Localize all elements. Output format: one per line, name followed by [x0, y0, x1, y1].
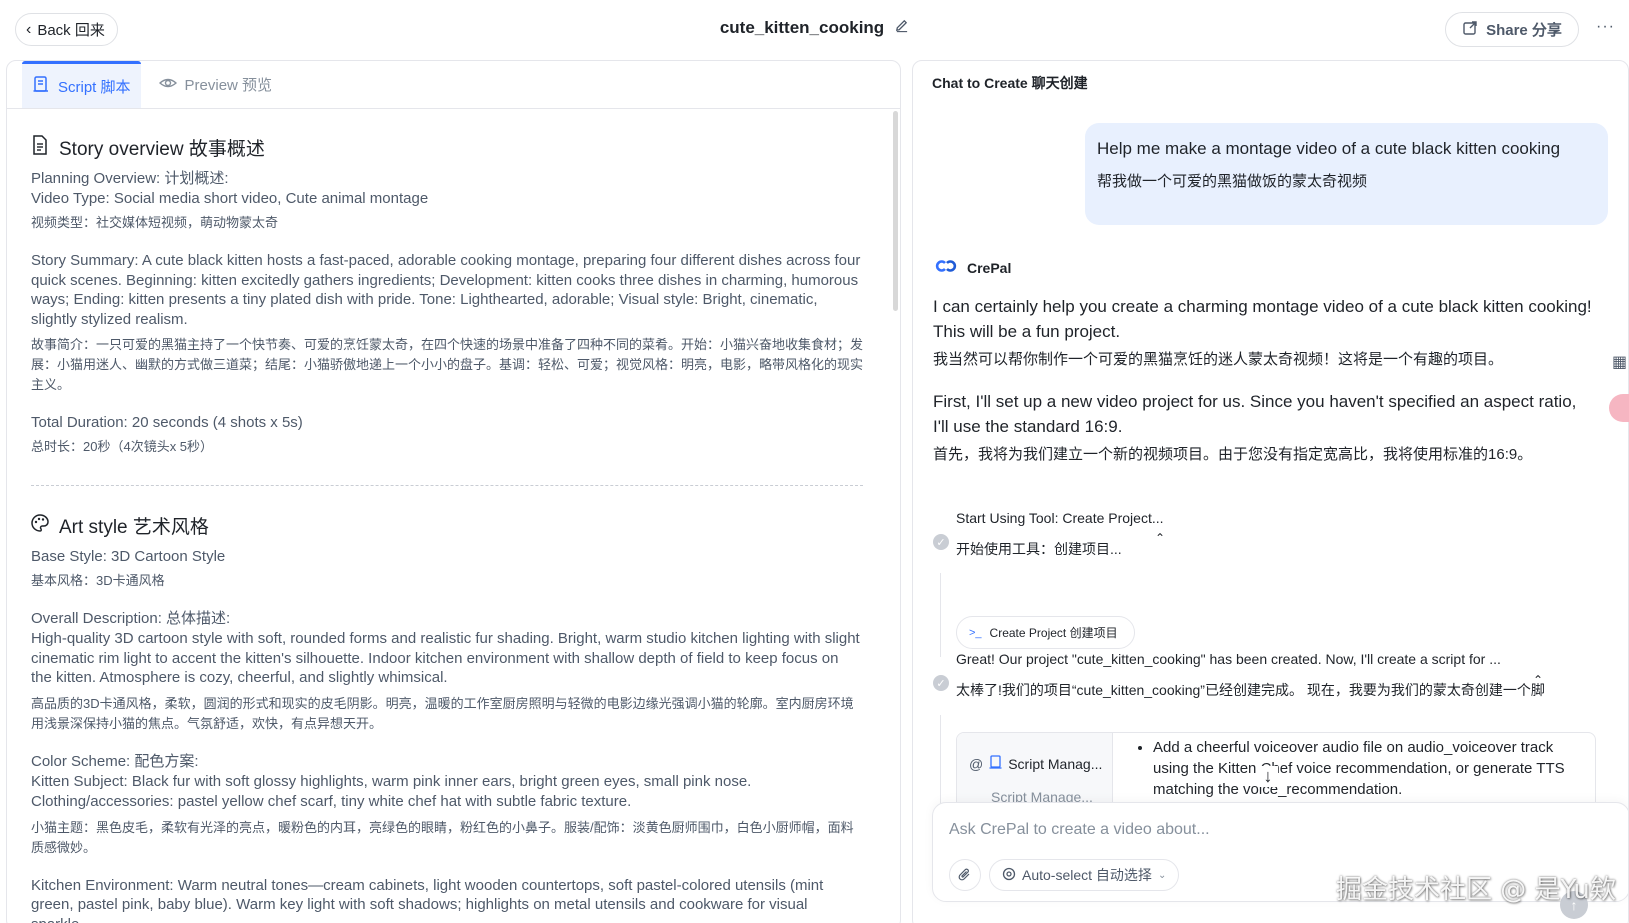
- card-bullet: Add a cheerful voiceover audio file on a…: [1153, 737, 1583, 800]
- script-icon: [32, 75, 50, 97]
- check-icon: ✓: [933, 675, 949, 691]
- card-item-label: Script Manag...: [1008, 755, 1103, 772]
- tool-call-2-zh: 太棒了!我们的项目“cute_kitten_cooking”已经创建完成。 现在…: [956, 682, 1545, 698]
- tab-preview[interactable]: Preview 预览: [149, 61, 283, 108]
- tool-call-1-en: Start Using Tool: Create Project...: [956, 510, 1164, 526]
- summary-en: Story Summary: A cute black kitten hosts…: [31, 252, 861, 328]
- crepal-logo-icon: [935, 259, 957, 276]
- tool-call-1-zh: 开始使用工具：创建项目...: [956, 541, 1122, 557]
- description-zh: 高品质的3D卡通风格，柔软，圆润的形式和现实的皮毛阴影。明亮，温暖的工作室厨房照…: [31, 695, 854, 731]
- section-heading: Story overview 故事概述: [59, 139, 265, 160]
- document-icon: [31, 134, 49, 161]
- bot-paragraph-2-en: First, I'll set up a new video project f…: [933, 392, 1577, 436]
- scrollbar-thumb[interactable]: [893, 111, 898, 311]
- ai-icon: [1002, 867, 1016, 884]
- duration-en: Total Duration: 20 seconds (4 shots x 5s…: [31, 414, 303, 431]
- edit-icon[interactable]: [894, 18, 909, 38]
- script-panel: Script 脚本 Preview 预览 Story overview 故事概述…: [6, 60, 901, 923]
- kitchen-env-en: Kitchen Environment: Warm neutral tones—…: [31, 876, 824, 923]
- bot-paragraph-1-zh: 我当然可以帮你制作一个可爱的黑猫烹饪的迷人蒙太奇视频！这将是一个有趣的项目。: [933, 351, 1504, 368]
- chevron-up-icon[interactable]: ⌃: [1155, 531, 1165, 545]
- chevron-down-icon: ⌄: [1157, 869, 1167, 881]
- video-type-zh: 视频类型：社交媒体短视频，萌动物蒙太奇: [31, 215, 279, 230]
- chevron-up-icon[interactable]: ⌃: [1533, 673, 1543, 687]
- thread-line: [940, 715, 941, 815]
- doc-title: cute_kitten_cooking: [719, 18, 885, 37]
- kitten-subject-zh: 小猫主题：黑色皮毛，柔软有光泽的亮点，暖粉色的内耳，亮绿色的眼睛，粉红色的小鼻子…: [31, 819, 854, 855]
- script-manager-card[interactable]: @ Script Manag... Script Manage... Add a…: [956, 732, 1596, 812]
- tab-script[interactable]: Script 脚本: [22, 61, 141, 108]
- chat-input-placeholder[interactable]: Ask CrePal to create a video about...: [949, 821, 1210, 839]
- tab-script-label: Script 脚本: [58, 78, 131, 96]
- base-style-zh: 基本风格：3D卡通风格: [31, 573, 165, 588]
- assistant-float-icon[interactable]: [1609, 394, 1629, 422]
- user-message-zh: 帮我做一个可爱的黑猫做饭的蒙太奇视频: [1097, 173, 1368, 190]
- create-project-chip[interactable]: >_ Create Project 创建项目: [956, 616, 1135, 649]
- check-icon: ✓: [933, 534, 949, 550]
- terminal-icon: >_: [969, 626, 982, 639]
- user-message: Help me make a montage video of a cute b…: [1085, 123, 1608, 225]
- model-select-label: Auto-select 自动选择: [1022, 867, 1152, 883]
- share-button[interactable]: Share 分享: [1445, 12, 1579, 47]
- paperclip-icon[interactable]: [949, 859, 981, 891]
- arrow-down-icon[interactable]: ↓: [1258, 766, 1278, 787]
- planning-label: Planning Overview: 计划概述:: [31, 170, 229, 187]
- grid-icon[interactable]: ▦: [1612, 352, 1629, 374]
- kitten-subject-en: Kitten Subject: Black fur with soft glos…: [31, 772, 752, 790]
- summary-zh: 故事简介：一只可爱的黑猫主持了一个快节奏、可爱的烹饪蒙太奇，在四个快速的场景中准…: [31, 337, 864, 392]
- card-body: Add a cheerful voiceover audio file on a…: [1133, 737, 1583, 800]
- model-select[interactable]: Auto-select 自动选择 ⌄: [989, 859, 1180, 891]
- back-label: Back 回来: [37, 22, 105, 39]
- chevron-left-icon: ‹: [26, 20, 32, 38]
- video-type-en: Video Type: Social media short video, Cu…: [31, 190, 429, 207]
- palette-icon: [31, 513, 49, 538]
- chat-panel: Chat to Create 聊天创建 Help me make a monta…: [912, 60, 1629, 923]
- card-item-script-manager[interactable]: @ Script Manag...: [969, 755, 1102, 772]
- user-message-en: Help me make a montage video of a cute b…: [1097, 139, 1561, 158]
- bot-header: CrePal: [935, 259, 1011, 276]
- bot-paragraph-1-en: I can certainly help you create a charmi…: [933, 297, 1592, 341]
- thread-line: [940, 573, 941, 657]
- section-story-overview: Story overview 故事概述: [31, 134, 863, 161]
- doc-title-wrap: cute_kitten_cooking: [0, 18, 1629, 38]
- tab-bar: Script 脚本 Preview 预览: [7, 61, 900, 109]
- more-menu-icon[interactable]: ···: [1596, 18, 1615, 36]
- section-art-style: Art style 艺术风格: [31, 512, 863, 539]
- share-icon: [1462, 20, 1478, 40]
- top-bar: ‹ Back 回来 cute_kitten_cooking Share 分享 ·…: [0, 0, 1629, 58]
- card-sidebar: @ Script Manag... Script Manage...: [957, 733, 1113, 811]
- section-divider: [31, 485, 863, 486]
- clothing-en: Clothing/accessories: pastel yellow chef…: [31, 792, 632, 810]
- script-content: Story overview 故事概述 Planning Overview: 计…: [7, 110, 887, 923]
- share-label: Share 分享: [1486, 22, 1562, 39]
- color-scheme-label: Color Scheme: 配色方案:: [31, 752, 199, 770]
- tab-preview-label: Preview 预览: [184, 77, 273, 94]
- bot-name: CrePal: [967, 259, 1012, 276]
- duration-zh: 总时长：20秒（4次镜头x 5秒）: [31, 439, 214, 454]
- watermark: 掘金技术社区 @ 是Yu欸: [1336, 875, 1616, 905]
- eye-icon: [158, 74, 177, 96]
- script-icon: [989, 755, 1002, 772]
- tool-call-2-en: Great! Our project "cute_kitten_cooking"…: [956, 651, 1501, 667]
- description-label: Overall Description: 总体描述:: [31, 610, 231, 627]
- section-heading: Art style 艺术风格: [59, 517, 209, 538]
- base-style-en: Base Style: 3D Cartoon Style: [31, 548, 226, 565]
- chip-label: Create Project 创建项目: [989, 626, 1118, 640]
- bot-paragraph-2-zh: 首先，我将为我们建立一个新的视频项目。由于您没有指定宽高比，我将使用标准的16:…: [933, 446, 1533, 463]
- description-en: High-quality 3D cartoon style with soft,…: [31, 630, 860, 686]
- back-button[interactable]: ‹ Back 回来: [15, 13, 118, 46]
- chat-title: Chat to Create 聊天创建: [932, 75, 1088, 91]
